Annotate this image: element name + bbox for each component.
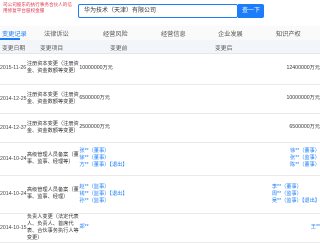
row-after-list: 李**（董事） 周**（监事） 吴**（监事）【退出】 bbox=[152, 175, 320, 214]
table-row: 2014-12-37 注册资本变更（注册资金、资金数额等变更） 2500000万… bbox=[0, 113, 320, 143]
table-row: 2014-12-25 注册资本变更（注册资金、资金数额等变更） 6500000万… bbox=[0, 84, 320, 114]
header-after: 变更后 bbox=[215, 46, 233, 52]
promo-banner[interactable]: 司公司股东的执行事务合伙人的信用修复平台股权金服 bbox=[0, 0, 76, 20]
person-link[interactable]: 钱**（监事）【退出】 bbox=[79, 191, 152, 198]
row-before: 2500000万元 bbox=[79, 113, 153, 143]
person-link[interactable]: 徐**（董事） bbox=[290, 148, 320, 155]
row-before: 10000000万元 bbox=[79, 53, 153, 85]
row-before-list: 赵**（监事） 钱**（监事）【退出】 孙**（监事） bbox=[79, 175, 153, 214]
table-row: 2015-11-26 注册资本变更（注册资金、资金数额等变更） 10000000… bbox=[0, 53, 320, 85]
table-row: 2014-10-24 高级管理人员备案（董事、监事、经理） 赵**（监事） 钱*… bbox=[0, 175, 320, 214]
row-date: 2014-12-37 bbox=[0, 113, 27, 143]
row-after[interactable]: 王** bbox=[152, 213, 320, 243]
row-item: 高级管理人员备案（董事、监事、经理等） bbox=[26, 142, 80, 176]
row-date: 2015-11-26 bbox=[0, 53, 27, 85]
person-link[interactable]: 周**（监事） bbox=[272, 191, 320, 198]
person-link[interactable]: 李**（董事） bbox=[272, 184, 320, 191]
person-link[interactable]: 吴**（监事）【退出】 bbox=[272, 198, 320, 205]
table-header: 变更日期 变更项目 变更前 变更后 bbox=[0, 40, 320, 54]
row-after: 6500000万元 bbox=[152, 113, 320, 143]
person-link[interactable]: 赵**（监事） bbox=[79, 184, 152, 191]
person-link[interactable]: 孙**（监事） bbox=[79, 198, 152, 205]
row-date: 2014-10-24 bbox=[0, 142, 27, 176]
header-before: 变更前 bbox=[110, 46, 128, 52]
row-before-list: 张**（董事） 徐**（董事） 方**（董事）【退出】 bbox=[79, 142, 153, 176]
row-before[interactable]: 郑** bbox=[79, 213, 153, 243]
person-link[interactable]: 方**（董事）【退出】 bbox=[79, 162, 152, 169]
person-link[interactable]: 张**（监事） bbox=[290, 155, 320, 162]
row-item: 注册资本变更（注册资金、资金数额等变更） bbox=[26, 53, 80, 85]
row-after: 10000000万元 bbox=[152, 84, 320, 114]
row-item: 高级管理人员备案（董事、监事、经理） bbox=[26, 175, 80, 214]
tab-risk[interactable]: 经营风险 bbox=[103, 29, 128, 38]
person-link[interactable]: 陈**（董事） bbox=[290, 162, 320, 169]
table-row: 2014-10-15 负责人变更（法定代表人、负责人、首席代表、合伙事务执行人等… bbox=[0, 213, 320, 243]
row-date: 2014-12-25 bbox=[0, 84, 27, 114]
row-before: 6500000万元 bbox=[79, 84, 153, 114]
row-after: 12400000万元 bbox=[152, 53, 320, 85]
header-date: 变更日期 bbox=[2, 46, 26, 52]
table-row: 2014-10-24 高级管理人员备案（董事、监事、经理等） 张**（董事） 徐… bbox=[0, 142, 320, 176]
row-date: 2014-10-24 bbox=[0, 175, 27, 214]
row-after-list: 徐**（董事） 张**（监事） 陈**（董事） bbox=[152, 142, 320, 176]
top-bar: 司公司股东的执行事务合伙人的信用修复平台股权金服 华为技术（天津）有限公司 查一… bbox=[0, 0, 320, 27]
person-link[interactable]: 张**（董事） bbox=[79, 148, 152, 155]
row-item: 注册资本变更（注册资金、资金数额等变更） bbox=[26, 113, 80, 143]
tab-change-records[interactable]: 变更记录 bbox=[2, 29, 27, 38]
search-button[interactable]: 查一下 bbox=[238, 4, 264, 18]
row-date: 2014-10-15 bbox=[0, 213, 27, 243]
tab-operations[interactable]: 经营信息 bbox=[161, 29, 186, 38]
search-input[interactable]: 华为技术（天津）有限公司 bbox=[78, 4, 238, 18]
tab-legal[interactable]: 法律诉讼 bbox=[44, 29, 69, 38]
row-item: 注册资本变更（注册资金、资金数额等变更） bbox=[26, 84, 80, 114]
header-item: 变更项目 bbox=[40, 46, 64, 52]
tab-development[interactable]: 企业发展 bbox=[218, 29, 243, 38]
change-records-table: 2015-11-26 注册资本变更（注册资金、资金数额等变更） 10000000… bbox=[0, 53, 320, 243]
tab-bar: 变更记录 法律诉讼 经营风险 经营信息 企业发展 知识产权 bbox=[0, 26, 320, 41]
person-link[interactable]: 徐**（董事） bbox=[79, 155, 152, 162]
tab-ip[interactable]: 知识产权 bbox=[276, 29, 301, 38]
row-item: 负责人变更（法定代表人、负责人、首席代表、合伙事务执行人等变更） bbox=[26, 213, 80, 243]
